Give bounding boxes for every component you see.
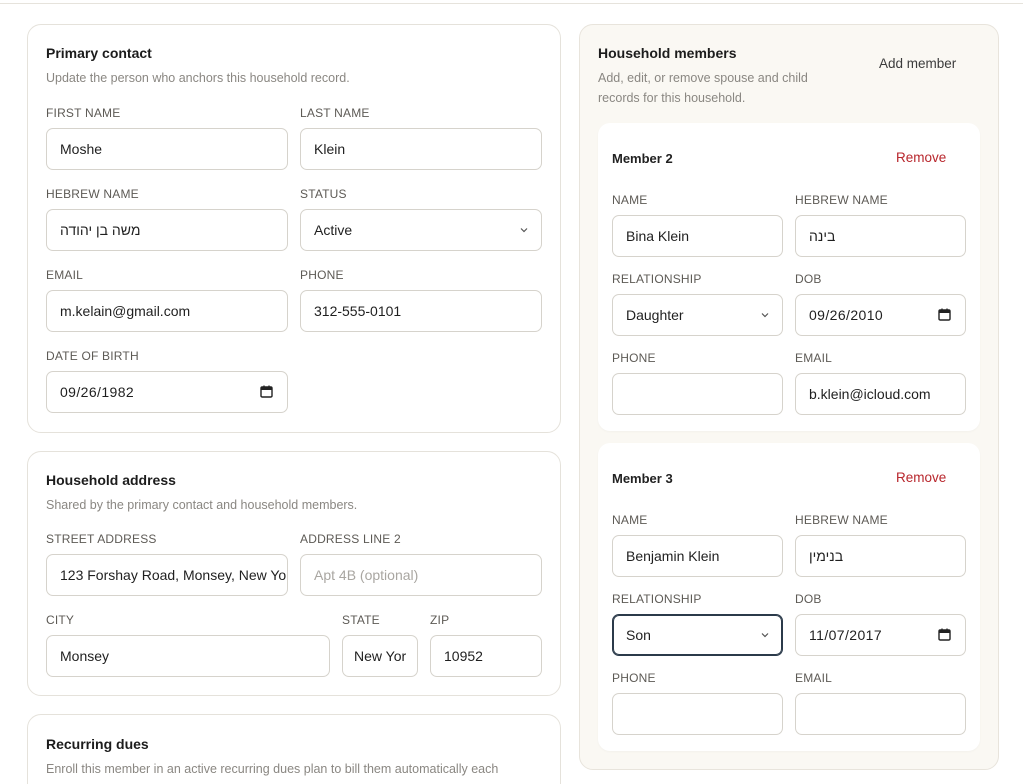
member-phone-label: PHONE (612, 351, 656, 365)
member-relationship-select[interactable]: Daughter (612, 294, 783, 336)
household-address-card: Household address Shared by the primary … (27, 451, 561, 696)
hebrew-name-input[interactable]: משה בן יהודה (46, 209, 288, 251)
recurring-dues-title: Recurring dues (46, 736, 149, 752)
member-phone-input[interactable] (612, 693, 783, 735)
member-name-input[interactable]: Bina Klein (612, 215, 783, 257)
primary-contact-subtitle: Update the person who anchors this house… (46, 71, 350, 85)
email-input[interactable]: m.kelain@gmail.com (46, 290, 288, 332)
member-card: Member 2 Remove NAME Bina Klein HEBREW N… (598, 123, 980, 431)
member-name-value: Bina Klein (626, 228, 690, 244)
chevron-down-icon (520, 228, 528, 233)
member-email-label: EMAIL (795, 351, 833, 365)
first-name-label: FIRST NAME (46, 106, 121, 120)
member-name-label: NAME (612, 193, 648, 207)
member-name-value: Benjamin Klein (626, 548, 720, 564)
member-name-input[interactable]: Benjamin Klein (612, 535, 783, 577)
zip-input[interactable]: 10952 (430, 635, 542, 677)
household-members-panel: Household members Add, edit, or remove s… (579, 24, 999, 770)
phone-input[interactable]: 312-555-0101 (300, 290, 542, 332)
member-name-label: NAME (612, 513, 648, 527)
hebrew-name-label: HEBREW NAME (46, 187, 139, 201)
state-input[interactable]: New Yor (342, 635, 418, 677)
member-relationship-label: RELATIONSHIP (612, 592, 702, 606)
last-name-value: Klein (314, 141, 346, 157)
recurring-dues-card: Recurring dues Enroll this member in an … (27, 714, 561, 784)
state-value: New Yor (354, 648, 407, 664)
dob-input[interactable]: 09/26/1982 (46, 371, 288, 413)
calendar-icon[interactable] (938, 628, 951, 641)
add-member-button[interactable]: Add member (879, 56, 956, 71)
state-label: STATE (342, 613, 380, 627)
status-select[interactable]: Active (300, 209, 542, 251)
city-value: Monsey (60, 648, 110, 664)
street-value: 123 Forshay Road, Monsey, New Yo (60, 567, 287, 583)
address-line2-label: ADDRESS LINE 2 (300, 532, 401, 546)
member-email-label: EMAIL (795, 671, 833, 685)
street-input[interactable]: 123 Forshay Road, Monsey, New Yo (46, 554, 288, 596)
city-label: CITY (46, 613, 75, 627)
household-address-title: Household address (46, 472, 176, 488)
member-hebrew-label: HEBREW NAME (795, 513, 888, 527)
phone-value: 312-555-0101 (314, 303, 402, 319)
last-name-input[interactable]: Klein (300, 128, 542, 170)
household-address-subtitle: Shared by the primary contact and househ… (46, 498, 358, 512)
street-label: STREET ADDRESS (46, 532, 157, 546)
member-title: Member 2 (612, 151, 673, 166)
member-relationship-label: RELATIONSHIP (612, 272, 702, 286)
member-dob-value: 11/07/2017 (809, 627, 883, 643)
remove-member-button[interactable]: Remove (896, 470, 946, 485)
email-value: m.kelain@gmail.com (60, 303, 191, 319)
member-relationship-select[interactable]: Son (612, 614, 783, 656)
phone-label: PHONE (300, 268, 344, 282)
member-dob-input[interactable]: 09/26/2010 (795, 294, 966, 336)
chevron-down-icon (761, 313, 769, 318)
member-relationship-value: Son (626, 627, 651, 643)
primary-contact-title: Primary contact (46, 45, 152, 61)
member-email-value: b.klein@icloud.com (809, 386, 931, 402)
member-dob-label: DOB (795, 592, 822, 606)
email-label: EMAIL (46, 268, 84, 282)
member-hebrew-input[interactable]: בנימין (795, 535, 966, 577)
status-value: Active (314, 222, 353, 238)
address-line2-input[interactable]: Apt 4B (optional) (300, 554, 542, 596)
calendar-icon[interactable] (938, 308, 951, 321)
first-name-value: Moshe (60, 141, 103, 157)
member-card: Member 3 Remove NAME Benjamin Klein HEBR… (598, 443, 980, 751)
calendar-icon[interactable] (260, 385, 273, 398)
dob-label: DATE OF BIRTH (46, 349, 139, 363)
member-phone-label: PHONE (612, 671, 656, 685)
member-dob-input[interactable]: 11/07/2017 (795, 614, 966, 656)
first-name-input[interactable]: Moshe (46, 128, 288, 170)
member-dob-label: DOB (795, 272, 822, 286)
top-divider (0, 3, 1023, 4)
chevron-down-icon (761, 633, 769, 638)
household-members-subtitle-line1: Add, edit, or remove spouse and child (598, 71, 808, 85)
primary-contact-card: Primary contact Update the person who an… (27, 24, 561, 433)
member-hebrew-input[interactable]: בינה (795, 215, 966, 257)
city-input[interactable]: Monsey (46, 635, 330, 677)
household-members-title: Household members (598, 45, 737, 61)
hebrew-name-value: משה בן יהודה (60, 222, 141, 238)
member-hebrew-value: בנימין (809, 548, 844, 564)
member-dob-value: 09/26/2010 (809, 307, 884, 323)
household-members-subtitle-line2: records for this household. (598, 91, 746, 105)
last-name-label: LAST NAME (300, 106, 370, 120)
recurring-dues-subtitle: Enroll this member in an active recurrin… (46, 762, 499, 776)
dob-value: 09/26/1982 (60, 384, 135, 400)
status-label: STATUS (300, 187, 347, 201)
member-phone-input[interactable] (612, 373, 783, 415)
member-hebrew-label: HEBREW NAME (795, 193, 888, 207)
member-hebrew-value: בינה (809, 228, 836, 244)
member-title: Member 3 (612, 471, 673, 486)
remove-member-button[interactable]: Remove (896, 150, 946, 165)
member-relationship-value: Daughter (626, 307, 684, 323)
member-email-input[interactable]: b.klein@icloud.com (795, 373, 966, 415)
address-line2-placeholder: Apt 4B (optional) (314, 567, 419, 583)
member-email-input[interactable] (795, 693, 966, 735)
zip-label: ZIP (430, 613, 450, 627)
zip-value: 10952 (444, 648, 483, 664)
